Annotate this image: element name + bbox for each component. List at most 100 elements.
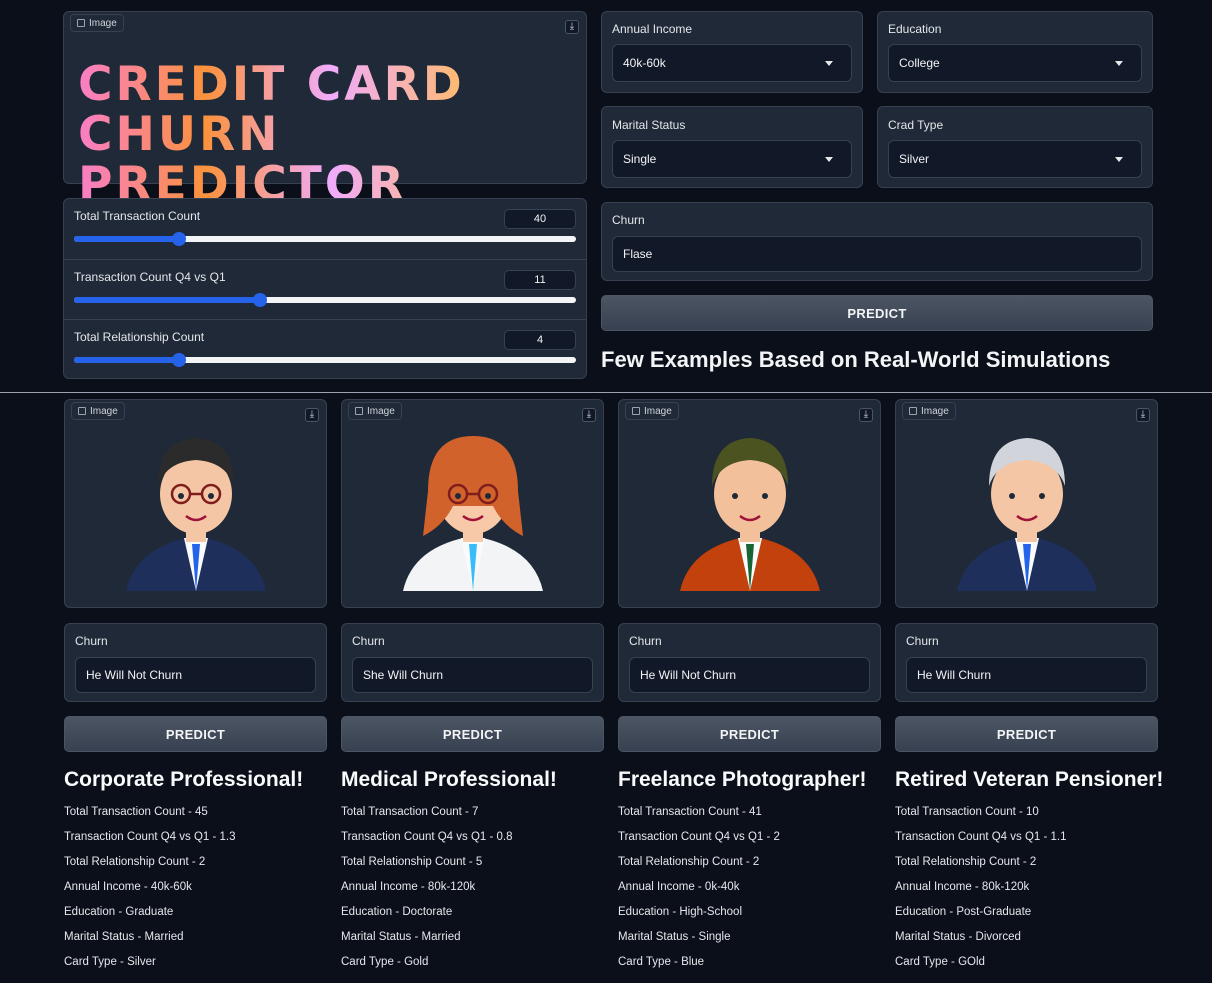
example-info-line: Annual Income - 80k-120k xyxy=(895,881,1030,893)
chevron-down-icon xyxy=(1115,61,1123,66)
image-tag-label: Image xyxy=(90,405,118,417)
example-info-line: Total Relationship Count - 5 xyxy=(341,856,483,868)
example-predict-button[interactable]: PREDICT xyxy=(341,716,604,752)
slider-number-input[interactable]: 11 xyxy=(504,270,576,290)
example-info-line: Total Transaction Count - 45 xyxy=(64,806,208,818)
example-info-line: Card Type - Blue xyxy=(618,956,705,968)
marital-status-panel: Marital Status Single xyxy=(601,106,863,188)
example-predict-button[interactable]: PREDICT xyxy=(618,716,881,752)
education-select[interactable]: College xyxy=(888,44,1142,82)
example-info-line: Total Transaction Count - 7 xyxy=(341,806,479,818)
example-churn-field[interactable]: He Will Not Churn xyxy=(629,657,870,693)
image-icon xyxy=(77,19,85,27)
app-title-line1: CREDIT CARD xyxy=(78,57,465,112)
download-icon[interactable]: ⤓ xyxy=(565,20,579,34)
download-icon[interactable]: ⤓ xyxy=(582,408,596,422)
churn-label: Churn xyxy=(75,634,108,648)
image-tag-label: Image xyxy=(644,405,672,417)
slider-thumb[interactable] xyxy=(172,353,187,367)
churn-output-value: He Will Not Churn xyxy=(86,668,183,682)
annual-income-value: 40k-60k xyxy=(623,56,666,70)
education-panel: Education College xyxy=(877,11,1153,93)
example-churn-field[interactable]: He Will Not Churn xyxy=(75,657,316,693)
slider-thumb[interactable] xyxy=(252,293,267,307)
example-info-line: Total Transaction Count - 41 xyxy=(618,806,762,818)
slider-fill xyxy=(74,236,180,242)
avatar xyxy=(106,416,286,596)
marital-status-value: Single xyxy=(623,152,657,166)
education-label: Education xyxy=(888,22,942,36)
example-info-line: Card Type - Silver xyxy=(64,956,156,968)
slider-total-transaction-count[interactable]: Total Transaction Count 40 xyxy=(64,199,586,259)
app-title-art: CREDIT CARD CHURN PREDICTOR xyxy=(78,60,586,210)
slider-track[interactable] xyxy=(74,232,576,246)
slider-number-input[interactable]: 40 xyxy=(504,209,576,229)
card-type-label: Crad Type xyxy=(888,118,944,132)
churn-label: Churn xyxy=(612,213,645,227)
churn-output-field[interactable]: Flase xyxy=(612,236,1142,272)
example-churn-panel: Churn She Will Churn xyxy=(341,623,604,702)
examples-heading: Few Examples Based on Real-World Simulat… xyxy=(601,347,1111,372)
annual-income-label: Annual Income xyxy=(612,22,693,36)
sliders-panel: Total Transaction Count 40 Transaction C… xyxy=(63,198,587,379)
download-icon[interactable]: ⤓ xyxy=(859,408,873,422)
example-info-line: Education - Graduate xyxy=(64,906,174,918)
example-image-panel: Image ⤓ xyxy=(341,399,604,608)
card-type-value: Silver xyxy=(899,152,930,166)
example-info-line: Marital Status - Married xyxy=(64,931,184,943)
churn-label: Churn xyxy=(629,634,662,648)
example-churn-field[interactable]: She Will Churn xyxy=(352,657,593,693)
churn-label: Churn xyxy=(352,634,385,648)
example-predict-button[interactable]: PREDICT xyxy=(895,716,1158,752)
annual-income-panel: Annual Income 40k-60k xyxy=(601,11,863,93)
example-churn-panel: Churn He Will Not Churn xyxy=(64,623,327,702)
churn-output-value: He Will Not Churn xyxy=(640,668,737,682)
example-info-line: Total Relationship Count - 2 xyxy=(64,856,206,868)
example-churn-panel: Churn He Will Churn xyxy=(895,623,1158,702)
example-predict-button[interactable]: PREDICT xyxy=(64,716,327,752)
example-info-line: Transaction Count Q4 vs Q1 - 1.1 xyxy=(895,831,1067,843)
slider-transaction-count-q4-q1[interactable]: Transaction Count Q4 vs Q1 11 xyxy=(64,259,586,319)
slider-track[interactable] xyxy=(74,293,576,307)
example-info-line: Annual Income - 0k-40k xyxy=(618,881,740,893)
download-icon[interactable]: ⤓ xyxy=(305,408,319,422)
slider-label: Total Relationship Count xyxy=(74,330,205,344)
example-info-line: Card Type - GOld xyxy=(895,956,985,968)
chevron-down-icon xyxy=(825,157,833,162)
example-image-panel: Image ⤓ xyxy=(618,399,881,608)
example-info-line: Transaction Count Q4 vs Q1 - 1.3 xyxy=(64,831,236,843)
section-divider xyxy=(0,392,1212,393)
example-info-line: Card Type - Gold xyxy=(341,956,429,968)
card-type-select[interactable]: Silver xyxy=(888,140,1142,178)
slider-total-relationship-count[interactable]: Total Relationship Count 4 xyxy=(64,319,586,379)
example-image-panel: Image ⤓ xyxy=(895,399,1158,608)
predict-button[interactable]: PREDICT xyxy=(601,295,1153,331)
header-image-panel: Image ⤓ CREDIT CARD CHURN PREDICTOR xyxy=(63,11,587,184)
image-icon xyxy=(909,407,917,415)
churn-output-panel: Churn Flase xyxy=(601,202,1153,281)
example-info-line: Transaction Count Q4 vs Q1 - 2 xyxy=(618,831,780,843)
slider-thumb[interactable] xyxy=(172,232,187,246)
example-image-panel: Image ⤓ xyxy=(64,399,327,608)
example-info-line: Marital Status - Married xyxy=(341,931,461,943)
slider-fill xyxy=(74,357,180,363)
example-info-line: Marital Status - Single xyxy=(618,931,731,943)
chevron-down-icon xyxy=(1115,157,1123,162)
image-icon xyxy=(632,407,640,415)
example-info-line: Total Relationship Count - 2 xyxy=(618,856,760,868)
example-info-line: Education - High-School xyxy=(618,906,743,918)
example-churn-field[interactable]: He Will Churn xyxy=(906,657,1147,693)
slider-label: Transaction Count Q4 vs Q1 xyxy=(74,270,226,284)
chevron-down-icon xyxy=(825,61,833,66)
slider-track[interactable] xyxy=(74,353,576,367)
marital-status-label: Marital Status xyxy=(612,118,686,132)
slider-number-input[interactable]: 4 xyxy=(504,330,576,350)
example-info-line: Annual Income - 40k-60k xyxy=(64,881,192,893)
download-icon[interactable]: ⤓ xyxy=(1136,408,1150,422)
marital-status-select[interactable]: Single xyxy=(612,140,852,178)
annual-income-select[interactable]: 40k-60k xyxy=(612,44,852,82)
education-value: College xyxy=(899,56,940,70)
example-info-line: Total Relationship Count - 2 xyxy=(895,856,1037,868)
example-title: Corporate Professional! xyxy=(64,768,304,791)
churn-output-value: She Will Churn xyxy=(363,668,444,682)
